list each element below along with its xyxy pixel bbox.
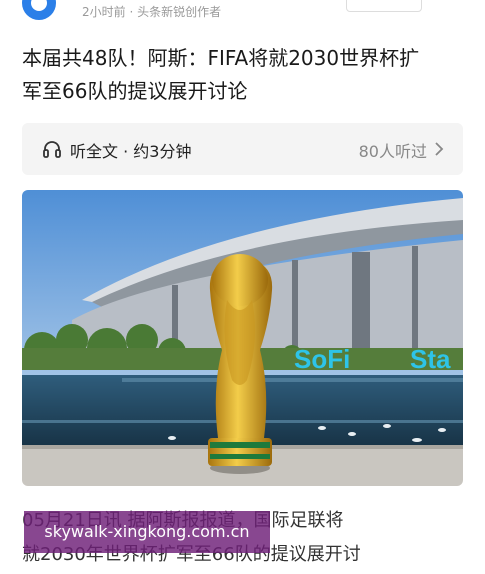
article-title: 本届共48队！阿斯：FIFA将就2030世界杯扩 军至66队的提议展开讨论 (22, 42, 467, 108)
listen-count: 80人听过 (358, 142, 427, 161)
chevron-right-icon (435, 142, 444, 156)
sign-text-sofi: SoFi (294, 344, 350, 374)
listen-label: 听全文 · 约3分钟 (70, 142, 192, 161)
headphone-icon (43, 141, 61, 158)
sign-text-stadium: Sta (410, 344, 451, 374)
watermark-overlay: skywalk-xingkong.com.cn (24, 511, 270, 553)
article-title-line1: 本届共48队！阿斯：FIFA将就2030世界杯扩 (22, 46, 420, 70)
follow-button[interactable] (346, 0, 422, 12)
top-bar: 2小时前 · 头条新锐创作者 (0, 0, 485, 24)
article-photo[interactable]: SoFi Sta (22, 190, 463, 486)
app-logo-icon[interactable] (22, 0, 56, 20)
post-meta: 2小时前 · 头条新锐创作者 (82, 5, 222, 19)
world-cup-trophy-stadium-image: SoFi Sta (22, 190, 463, 486)
listen-full-article-button[interactable]: 听全文 · 约3分钟 80人听过 (22, 123, 463, 175)
article-title-line2: 军至66队的提议展开讨论 (22, 79, 248, 103)
